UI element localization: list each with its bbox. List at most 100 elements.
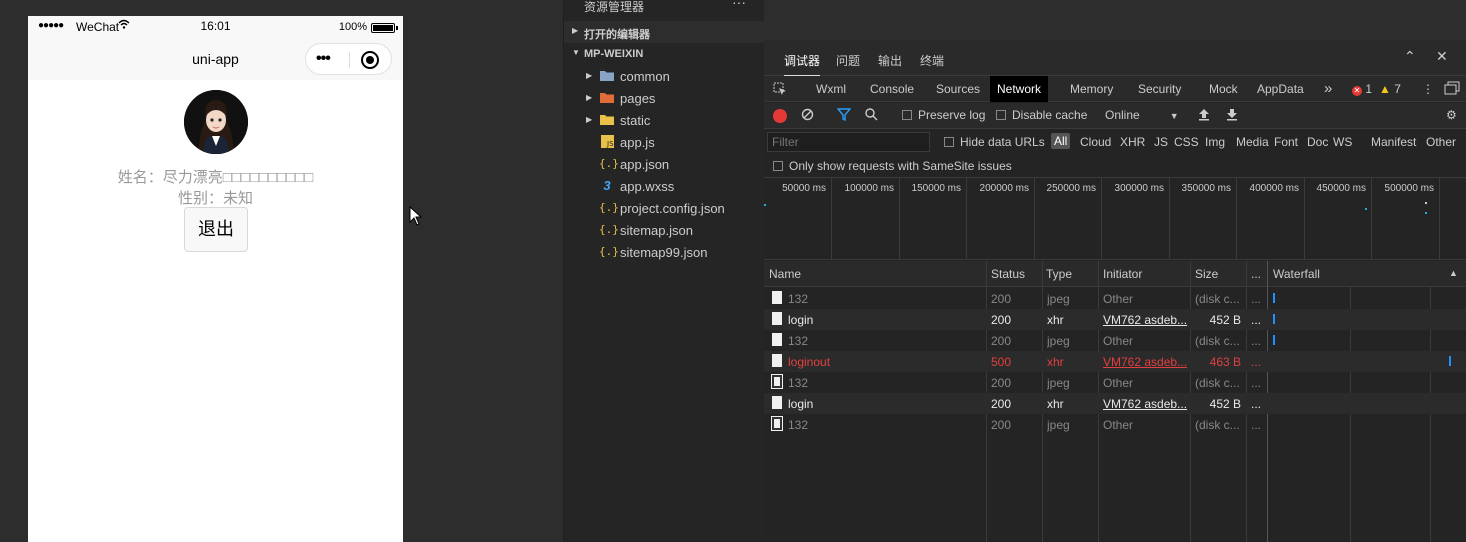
timeline-tick-label: 500000 ms bbox=[1384, 183, 1434, 194]
image-file-icon bbox=[771, 416, 783, 431]
column-header-size[interactable]: Size bbox=[1195, 267, 1218, 281]
filter-input[interactable]: Filter bbox=[767, 132, 930, 152]
section-open-editors[interactable]: ▶ 打开的编辑器 bbox=[564, 21, 765, 43]
document-icon bbox=[772, 312, 782, 325]
filter-type-img[interactable]: Img bbox=[1205, 135, 1225, 149]
column-header-status[interactable]: Status bbox=[991, 267, 1025, 281]
tab-problems[interactable]: 问题 bbox=[836, 52, 860, 69]
logout-button[interactable]: 退出 bbox=[184, 207, 248, 252]
tree-item[interactable]: {.} sitemap.json bbox=[564, 219, 765, 241]
column-header-waterfall[interactable]: Waterfall bbox=[1273, 267, 1320, 281]
timeline-tick-label: 450000 ms bbox=[1316, 183, 1366, 194]
network-overview-timeline[interactable]: 50000 ms 100000 ms 150000 ms 200000 ms 25000… bbox=[764, 178, 1466, 260]
table-row[interactable]: login 200 xhr VM762 asdeb... 452 B... bbox=[764, 309, 1466, 330]
section-project[interactable]: ▼ MP-WEIXIN bbox=[564, 43, 765, 65]
clear-icon[interactable] bbox=[801, 108, 814, 124]
cell-initiator[interactable]: VM762 asdeb... bbox=[1103, 355, 1189, 369]
filter-type-media[interactable]: Media bbox=[1236, 135, 1269, 149]
tab-appdata[interactable]: AppData bbox=[1250, 76, 1311, 102]
tab-security[interactable]: Security bbox=[1131, 76, 1188, 102]
checkbox-icon bbox=[996, 110, 1006, 120]
tree-item[interactable]: {.} app.json bbox=[564, 153, 765, 175]
json-file-icon: {.} bbox=[599, 245, 619, 258]
filter-type-manifest[interactable]: Manifest bbox=[1371, 135, 1416, 149]
tree-item[interactable]: ▶ static bbox=[564, 109, 765, 131]
tree-item[interactable]: {.} sitemap99.json bbox=[564, 241, 765, 263]
tab-terminal[interactable]: 终端 bbox=[920, 52, 944, 69]
table-row[interactable]: 132 200 jpeg Other (disk c...... bbox=[764, 330, 1466, 351]
filter-type-css[interactable]: CSS bbox=[1174, 135, 1199, 149]
json-file-icon: {.} bbox=[599, 223, 619, 236]
disable-cache-checkbox[interactable]: Disable cache bbox=[996, 108, 1087, 122]
more-icon[interactable]: ••• bbox=[316, 50, 331, 68]
checkbox-icon bbox=[902, 110, 912, 120]
hide-data-urls-checkbox[interactable]: Hide data URLs bbox=[944, 135, 1045, 149]
table-row[interactable]: 132 200 jpeg Other (disk c...... bbox=[764, 372, 1466, 393]
cell-size: (disk c... bbox=[1195, 292, 1240, 306]
search-icon[interactable] bbox=[865, 108, 878, 124]
filter-type-xhr[interactable]: XHR bbox=[1120, 135, 1145, 149]
throttle-select[interactable]: Online ▼ bbox=[1105, 108, 1179, 122]
kebab-menu-icon[interactable]: ⋮ bbox=[1422, 76, 1434, 102]
tab-memory[interactable]: Memory bbox=[1063, 76, 1120, 102]
tab-output[interactable]: 输出 bbox=[878, 52, 902, 69]
filter-type-js[interactable]: JS bbox=[1154, 135, 1168, 149]
cell-size: (disk c... bbox=[1195, 376, 1240, 390]
tree-item-label: app.wxss bbox=[620, 179, 675, 194]
filter-type-other[interactable]: Other bbox=[1426, 135, 1456, 149]
upload-har-icon[interactable] bbox=[1198, 108, 1210, 124]
cell-status: 200 bbox=[991, 334, 1012, 348]
more-tabs-icon[interactable]: » bbox=[1324, 76, 1332, 102]
error-count[interactable]: ✕ 1 bbox=[1352, 76, 1372, 102]
explorer-more-icon[interactable]: ··· bbox=[732, 0, 746, 10]
nav-bar: uni-app ••• bbox=[28, 38, 403, 80]
column-header-more[interactable]: ... bbox=[1251, 267, 1261, 281]
phone-simulator: ●●●●● WeChat 16:01 100% uni-app ••• 姓名：尽… bbox=[28, 16, 403, 542]
chevron-up-icon[interactable]: ⌃ bbox=[1404, 48, 1416, 65]
filter-type-cloud[interactable]: Cloud bbox=[1080, 135, 1111, 149]
tree-item[interactable]: JS app.js bbox=[564, 131, 765, 153]
filter-type-ws[interactable]: WS bbox=[1333, 135, 1352, 149]
tab-console[interactable]: Console bbox=[863, 76, 921, 102]
cell-initiator[interactable]: VM762 asdeb... bbox=[1103, 313, 1189, 327]
table-row[interactable]: 132 200 jpeg Other (disk c...... bbox=[764, 414, 1466, 435]
samesite-checkbox[interactable]: Only show requests with SameSite issues bbox=[773, 159, 1012, 173]
throttle-value: Online bbox=[1105, 108, 1140, 122]
close-icon[interactable]: ✕ bbox=[1436, 48, 1448, 65]
tree-item[interactable]: ▶ common bbox=[564, 65, 765, 87]
table-row[interactable]: 132 200 jpeg Other (disk c...... bbox=[764, 288, 1466, 309]
column-header-name[interactable]: Name bbox=[769, 267, 801, 281]
tree-item[interactable]: ▶ pages bbox=[564, 87, 765, 109]
filter-type-doc[interactable]: Doc bbox=[1307, 135, 1328, 149]
chevron-right-icon: ▶ bbox=[572, 26, 579, 35]
column-header-type[interactable]: Type bbox=[1046, 267, 1072, 281]
record-icon[interactable] bbox=[773, 109, 787, 123]
tab-wxml[interactable]: Wxml bbox=[809, 76, 853, 102]
inspect-element-icon[interactable] bbox=[773, 76, 787, 102]
tree-item[interactable]: {.} project.config.json bbox=[564, 197, 765, 219]
table-row[interactable]: login 200 xhr VM762 asdeb... 452 B... bbox=[764, 393, 1466, 414]
tree-item[interactable]: 3 app.wxss bbox=[564, 175, 765, 197]
download-har-icon[interactable] bbox=[1226, 108, 1238, 124]
undock-icon[interactable] bbox=[1444, 76, 1460, 102]
svg-text:JS: JS bbox=[606, 140, 614, 148]
column-header-initiator[interactable]: Initiator bbox=[1103, 267, 1142, 281]
preserve-log-checkbox[interactable]: Preserve log bbox=[902, 108, 985, 122]
tab-debugger[interactable]: 调试器 bbox=[784, 52, 821, 77]
filter-icon[interactable] bbox=[836, 108, 852, 124]
cell-initiator[interactable]: VM762 asdeb... bbox=[1103, 397, 1189, 411]
tab-mock[interactable]: Mock bbox=[1202, 76, 1245, 102]
tab-network[interactable]: Network bbox=[990, 76, 1049, 102]
filter-type-all[interactable]: All bbox=[1051, 133, 1071, 149]
cell-more: ... bbox=[1251, 334, 1262, 348]
settings-gear-icon[interactable]: ⚙ bbox=[1446, 108, 1457, 122]
table-row[interactable]: loginout 500 xhr VM762 asdeb... 463 B... bbox=[764, 351, 1466, 372]
close-miniprogram-icon[interactable] bbox=[361, 51, 379, 69]
cell-type: jpeg bbox=[1047, 376, 1070, 390]
sort-up-icon[interactable]: ▲ bbox=[1449, 268, 1458, 278]
tab-sources[interactable]: Sources bbox=[929, 76, 987, 102]
filter-type-font[interactable]: Font bbox=[1274, 135, 1298, 149]
warning-count[interactable]: ▲ 7 bbox=[1379, 76, 1401, 102]
tree-item-label: app.js bbox=[620, 135, 655, 150]
warning-count-text: 7 bbox=[1394, 82, 1401, 96]
